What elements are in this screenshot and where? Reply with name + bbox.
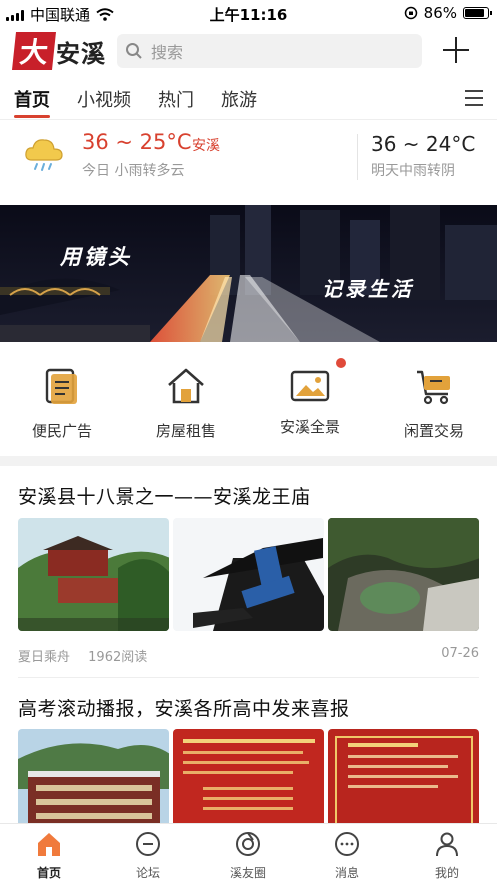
article-thumbnail bbox=[328, 518, 479, 631]
logo-mark: 大 bbox=[12, 32, 56, 70]
tab-short-video[interactable]: 小视频 bbox=[77, 86, 131, 112]
plus-icon[interactable] bbox=[440, 34, 472, 66]
tab-travel[interactable]: 旅游 bbox=[221, 86, 257, 112]
service-label: 房屋租售 bbox=[155, 422, 216, 440]
service-shortcuts: 便民广告 房屋租售 安溪全景 闲置交易 bbox=[0, 352, 497, 452]
tomorrow-weather-desc: 明天中雨转阴 bbox=[371, 163, 455, 179]
banner-caption-right: 记录生活 bbox=[322, 277, 414, 301]
forum-icon bbox=[136, 832, 160, 856]
nav-messages[interactable]: 消息 bbox=[307, 830, 387, 881]
notification-badge bbox=[336, 358, 346, 368]
article-meta: 夏日乘舟 1962阅读 07-26 bbox=[18, 646, 479, 665]
weather-divider bbox=[357, 134, 358, 180]
app-logo[interactable]: 大 安溪 bbox=[12, 32, 106, 70]
house-icon bbox=[168, 368, 204, 404]
menu-icon[interactable] bbox=[465, 90, 483, 106]
search-placeholder: 搜索 bbox=[151, 43, 184, 62]
service-secondhand[interactable]: 闲置交易 bbox=[379, 364, 489, 441]
tomorrow-temperature: 36 ~ 24°C bbox=[371, 132, 476, 156]
service-panorama[interactable]: 安溪全景 bbox=[255, 358, 365, 437]
article-date: 07-26 bbox=[441, 646, 479, 661]
rain-cloud-icon bbox=[25, 139, 63, 171]
banner-caption-left: 用镜头 bbox=[60, 244, 132, 269]
app-header: 大 安溪 搜索 bbox=[0, 28, 497, 74]
search-icon bbox=[126, 43, 142, 59]
article-title[interactable]: 高考滚动播报，安溪各所高中发来喜报 bbox=[18, 694, 350, 721]
document-icon bbox=[45, 368, 77, 404]
article-thumbnails[interactable] bbox=[18, 729, 479, 823]
service-ads[interactable]: 便民广告 bbox=[7, 364, 117, 441]
cart-icon bbox=[417, 370, 450, 405]
today-weather-desc: 今日 小雨转多云 bbox=[82, 163, 185, 179]
nav-profile[interactable]: 我的 bbox=[407, 830, 487, 881]
circle-icon bbox=[236, 832, 260, 856]
article-title[interactable]: 安溪县十八景之一——安溪龙王庙 bbox=[18, 482, 311, 509]
logo-text: 安溪 bbox=[56, 38, 106, 68]
night-city-image bbox=[0, 205, 497, 342]
active-tab-indicator bbox=[14, 115, 50, 118]
nav-friend-circle[interactable]: 溪友圈 bbox=[208, 830, 288, 881]
article-thumbnail bbox=[173, 729, 324, 823]
article-thumbnail bbox=[328, 729, 479, 823]
nav-label: 消息 bbox=[334, 866, 359, 880]
section-separator bbox=[0, 456, 497, 466]
service-label: 闲置交易 bbox=[403, 422, 464, 440]
article-thumbnail bbox=[18, 729, 169, 823]
home-icon bbox=[38, 833, 60, 856]
article-divider bbox=[18, 677, 479, 678]
message-icon bbox=[335, 832, 359, 856]
rotation-lock-icon bbox=[404, 6, 417, 20]
user-icon bbox=[436, 832, 458, 857]
nav-home[interactable]: 首页 bbox=[9, 830, 89, 881]
nav-label: 我的 bbox=[434, 866, 459, 880]
service-housing[interactable]: 房屋租售 bbox=[131, 364, 241, 441]
search-input[interactable]: 搜索 bbox=[117, 34, 422, 68]
image-icon bbox=[290, 370, 330, 402]
category-tabs: 首页 小视频 热门 旅游 bbox=[0, 78, 497, 120]
battery-icon bbox=[463, 7, 492, 19]
tab-hot[interactable]: 热门 bbox=[158, 86, 194, 112]
nav-label: 论坛 bbox=[135, 866, 160, 880]
tab-home[interactable]: 首页 bbox=[14, 86, 50, 112]
nav-forum[interactable]: 论坛 bbox=[108, 830, 188, 881]
service-label: 便民广告 bbox=[31, 422, 92, 440]
nav-label: 溪友圈 bbox=[229, 866, 266, 880]
article-thumbnails[interactable] bbox=[18, 518, 479, 631]
article-thumbnail bbox=[18, 518, 169, 631]
today-temperature: 36 ~ 25°C bbox=[82, 130, 192, 154]
article-reads: 1962阅读 bbox=[88, 650, 148, 665]
status-bar: 中国联通 上午11:16 86% bbox=[0, 0, 497, 26]
banner-image[interactable]: 用镜头 记录生活 bbox=[0, 205, 497, 342]
bottom-navigation: 首页 论坛 溪友圈 消息 我的 bbox=[0, 823, 497, 883]
nav-label: 首页 bbox=[36, 866, 61, 880]
weather-widget[interactable]: 36 ~ 25°C 安溪 今日 小雨转多云 36 ~ 24°C 明天中雨转阴 bbox=[0, 122, 497, 194]
battery-percent: 86% bbox=[423, 4, 457, 22]
weather-city: 安溪 bbox=[192, 138, 220, 154]
article-thumbnail bbox=[173, 518, 324, 631]
service-label: 安溪全景 bbox=[279, 418, 340, 436]
article-author: 夏日乘舟 bbox=[18, 650, 71, 665]
